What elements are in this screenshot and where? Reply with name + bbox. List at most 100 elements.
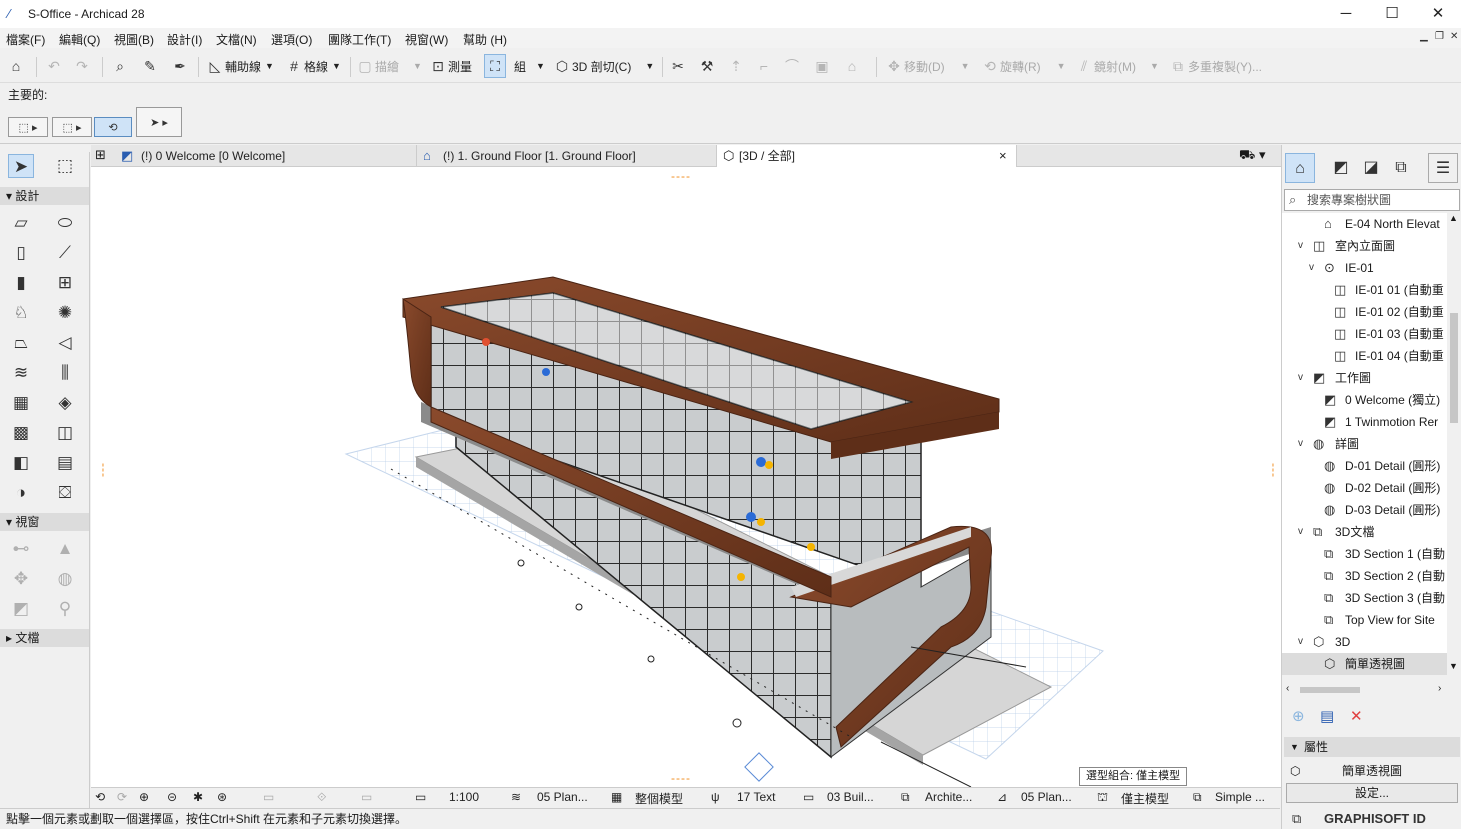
scroll-down-icon[interactable]: ▼ [1449,661,1458,671]
tree-vertical-scrollbar[interactable]: ▲ ▼ [1447,213,1461,675]
wall-tool[interactable]: ▱ [8,211,34,235]
view-settings-icon[interactable]: ▤ [1320,707,1334,725]
pen-set-value[interactable]: 17 Text [737,790,775,804]
mdi-close-icon[interactable]: ✕ [1450,31,1458,42]
mesh-tool[interactable]: ▤ [52,451,78,475]
move-button[interactable]: ✥ 移動(D) ▼ [884,54,969,78]
zone-tool[interactable]: ▩ [8,421,34,445]
tab-options-icon[interactable]: ⛟ ▾ [1239,147,1266,165]
tree-horizontal-scrollbar[interactable]: ‹ › [1282,683,1461,697]
minimize-button[interactable]: ─ [1323,0,1369,28]
tree-item[interactable]: ⧉ 3D Section 2 (自動 [1282,565,1447,587]
find-select-button[interactable]: ⌕ [110,54,130,78]
selection-method-button[interactable]: ⬚ ▸ [8,117,48,137]
menu-edit[interactable]: 編輯(Q) [59,31,100,48]
menu-options[interactable]: 選項(O) [271,31,312,48]
resize-button[interactable]: ▣ [812,54,832,78]
layout-book-tab[interactable]: ◪ [1356,153,1386,183]
tree-item[interactable]: ◫ IE-01 03 (自動重 [1282,323,1447,345]
rotate-button[interactable]: ⟲ 旋轉(R) ▼ [980,54,1065,78]
graphisoft-id-button[interactable]: ⧉ GRAPHISOFT ID [1286,809,1458,829]
multiply-button[interactable]: ⧉ 多重複製(Y)... [1168,54,1262,78]
close-window-button[interactable]: ✕ [1415,0,1461,28]
chevron-down-icon[interactable]: v [1298,367,1303,389]
3d-viewport[interactable]: ---- ---- --- --- 選型組合: 僅主模型 [91,167,1281,787]
tab-welcome[interactable]: ◩ (!) 0 Welcome [0 Welcome] [115,145,417,167]
scroll-right-icon[interactable]: › [1438,683,1441,694]
left-split-handle[interactable]: --- [97,463,111,478]
maximize-button[interactable]: ☐ [1369,0,1415,28]
zoom-in-icon[interactable]: ⊕ [139,790,149,804]
stair-tool[interactable]: ≋ [8,361,34,385]
renovation-value[interactable]: 05 Plan... [1021,790,1072,804]
tree-item[interactable]: ⧉ 3D Section 3 (自動 [1282,587,1447,609]
arrow-tool-options-button[interactable]: ➤ ▸ [136,107,182,137]
tree-item[interactable]: ⧉ Top View for Site [1282,609,1447,631]
arrow-tool[interactable]: ➤ [8,154,34,178]
guide-lines-button[interactable]: ◺ 輔助線 ▼ [205,54,274,78]
partial-structure-value[interactable]: Simple ... [1215,790,1265,804]
intersect-button[interactable]: ⌐ [754,54,774,78]
tree-item[interactable]: ⧉ 3D Section 1 (自動 [1282,543,1447,565]
menu-teamwork[interactable]: 團隊工作(T) [328,31,391,48]
fit-in-window-icon[interactable]: ⊛ [217,790,227,804]
terrain-tool[interactable]: ◑ [8,481,34,505]
fillet-button[interactable]: ⌒ [782,54,802,78]
layer-combination-value[interactable]: 05 Plan... [537,790,588,804]
close-tab-icon[interactable]: × [999,145,1007,167]
navigator-menu-button[interactable]: ☰ [1428,153,1458,183]
undo-button[interactable]: ↶ [44,54,64,78]
home-button[interactable]: ⌂ [6,54,26,78]
scrollbar-thumb[interactable] [1450,313,1458,423]
furniture-tool[interactable]: ⛋ [52,481,78,505]
menu-design[interactable]: 設計(I) [167,31,202,48]
settings-button[interactable]: 設定... [1286,783,1458,803]
menu-view[interactable]: 視圖(B) [114,31,154,48]
tree-folder[interactable]: v ⊙ IE-01 [1282,257,1447,279]
tree-item[interactable]: ◩ 0 Welcome (獨立) [1282,389,1447,411]
roof-trim-button[interactable]: ⌂ [842,54,862,78]
properties-header[interactable]: ▼ 屬性 [1284,737,1460,757]
chevron-down-icon[interactable]: v [1309,257,1314,279]
tree-item[interactable]: ◍ D-02 Detail (圓形) [1282,477,1447,499]
right-split-handle[interactable]: --- [1267,463,1281,478]
detail-tool[interactable]: ◍ [52,567,78,591]
tree-item[interactable]: ◍ D-01 Detail (圓形) [1282,455,1447,477]
orbit-icon[interactable]: ⊝ [167,790,177,804]
top-split-handle[interactable]: ---- [671,169,691,183]
pick-up-parameters-button[interactable]: ✎ [140,54,160,78]
grid-button[interactable]: # 格線 ▼ [284,54,341,78]
tree-folder[interactable]: v ◩ 工作圖 [1282,367,1447,389]
toolbox-section-document[interactable]: ▸ 文檔 [0,629,89,647]
tree-item[interactable]: ◫ IE-01 02 (自動重 [1282,301,1447,323]
tab-overview-icon[interactable]: ⊞ [95,147,106,163]
redo-zoom-icon[interactable]: ⟳ [117,790,127,804]
tree-item[interactable]: ◩ 1 Twinmotion Rer [1282,411,1447,433]
interior-elevation-tool[interactable]: ✥ [8,567,34,591]
split-button[interactable]: ✂ [668,54,688,78]
chevron-down-icon[interactable]: v [1298,521,1303,543]
railing-tool[interactable]: ⫼ [52,361,78,385]
door-tool[interactable]: ▮ [8,271,34,295]
tree-folder[interactable]: v ⧉ 3D文檔 [1282,521,1447,543]
tab-ground-floor[interactable]: ⌂ (!) 1. Ground Floor [1. Ground Floor] [417,145,717,167]
tree-item[interactable]: ⌂ E-04 North Elevat [1282,213,1447,235]
mvo-value[interactable]: 03 Buil... [827,790,874,804]
tree-item[interactable]: ◫ IE-01 04 (自動重 [1282,345,1447,367]
scale-value[interactable]: 1:100 [449,790,479,804]
camera-tool[interactable]: ⚲ [52,597,78,621]
view-map-tab[interactable]: ◩ [1326,153,1356,183]
inject-parameters-button[interactable]: ✒ [170,54,190,78]
new-view-icon[interactable]: ⊕ [1292,707,1305,725]
toolbox-section-design[interactable]: ▾ 設計 [0,187,89,205]
tree-item[interactable]: ◍ D-03 Detail (圓形) [1282,499,1447,521]
curtain-wall-tool[interactable]: ▦ [8,391,34,415]
menu-help[interactable]: 幫助 (H) [463,31,507,48]
skylight-tool[interactable]: ◧ [8,451,34,475]
marquee-tool[interactable]: ⬚ [52,154,78,178]
trace-button[interactable]: ▢ 描繪 ▼ [355,54,422,78]
section-tool[interactable]: ⊷ [8,537,34,561]
toolbox-section-view[interactable]: ▾ 視窗 [0,513,89,531]
mdi-minimize-icon[interactable]: ▁ [1420,31,1428,42]
redo-button[interactable]: ↷ [72,54,92,78]
